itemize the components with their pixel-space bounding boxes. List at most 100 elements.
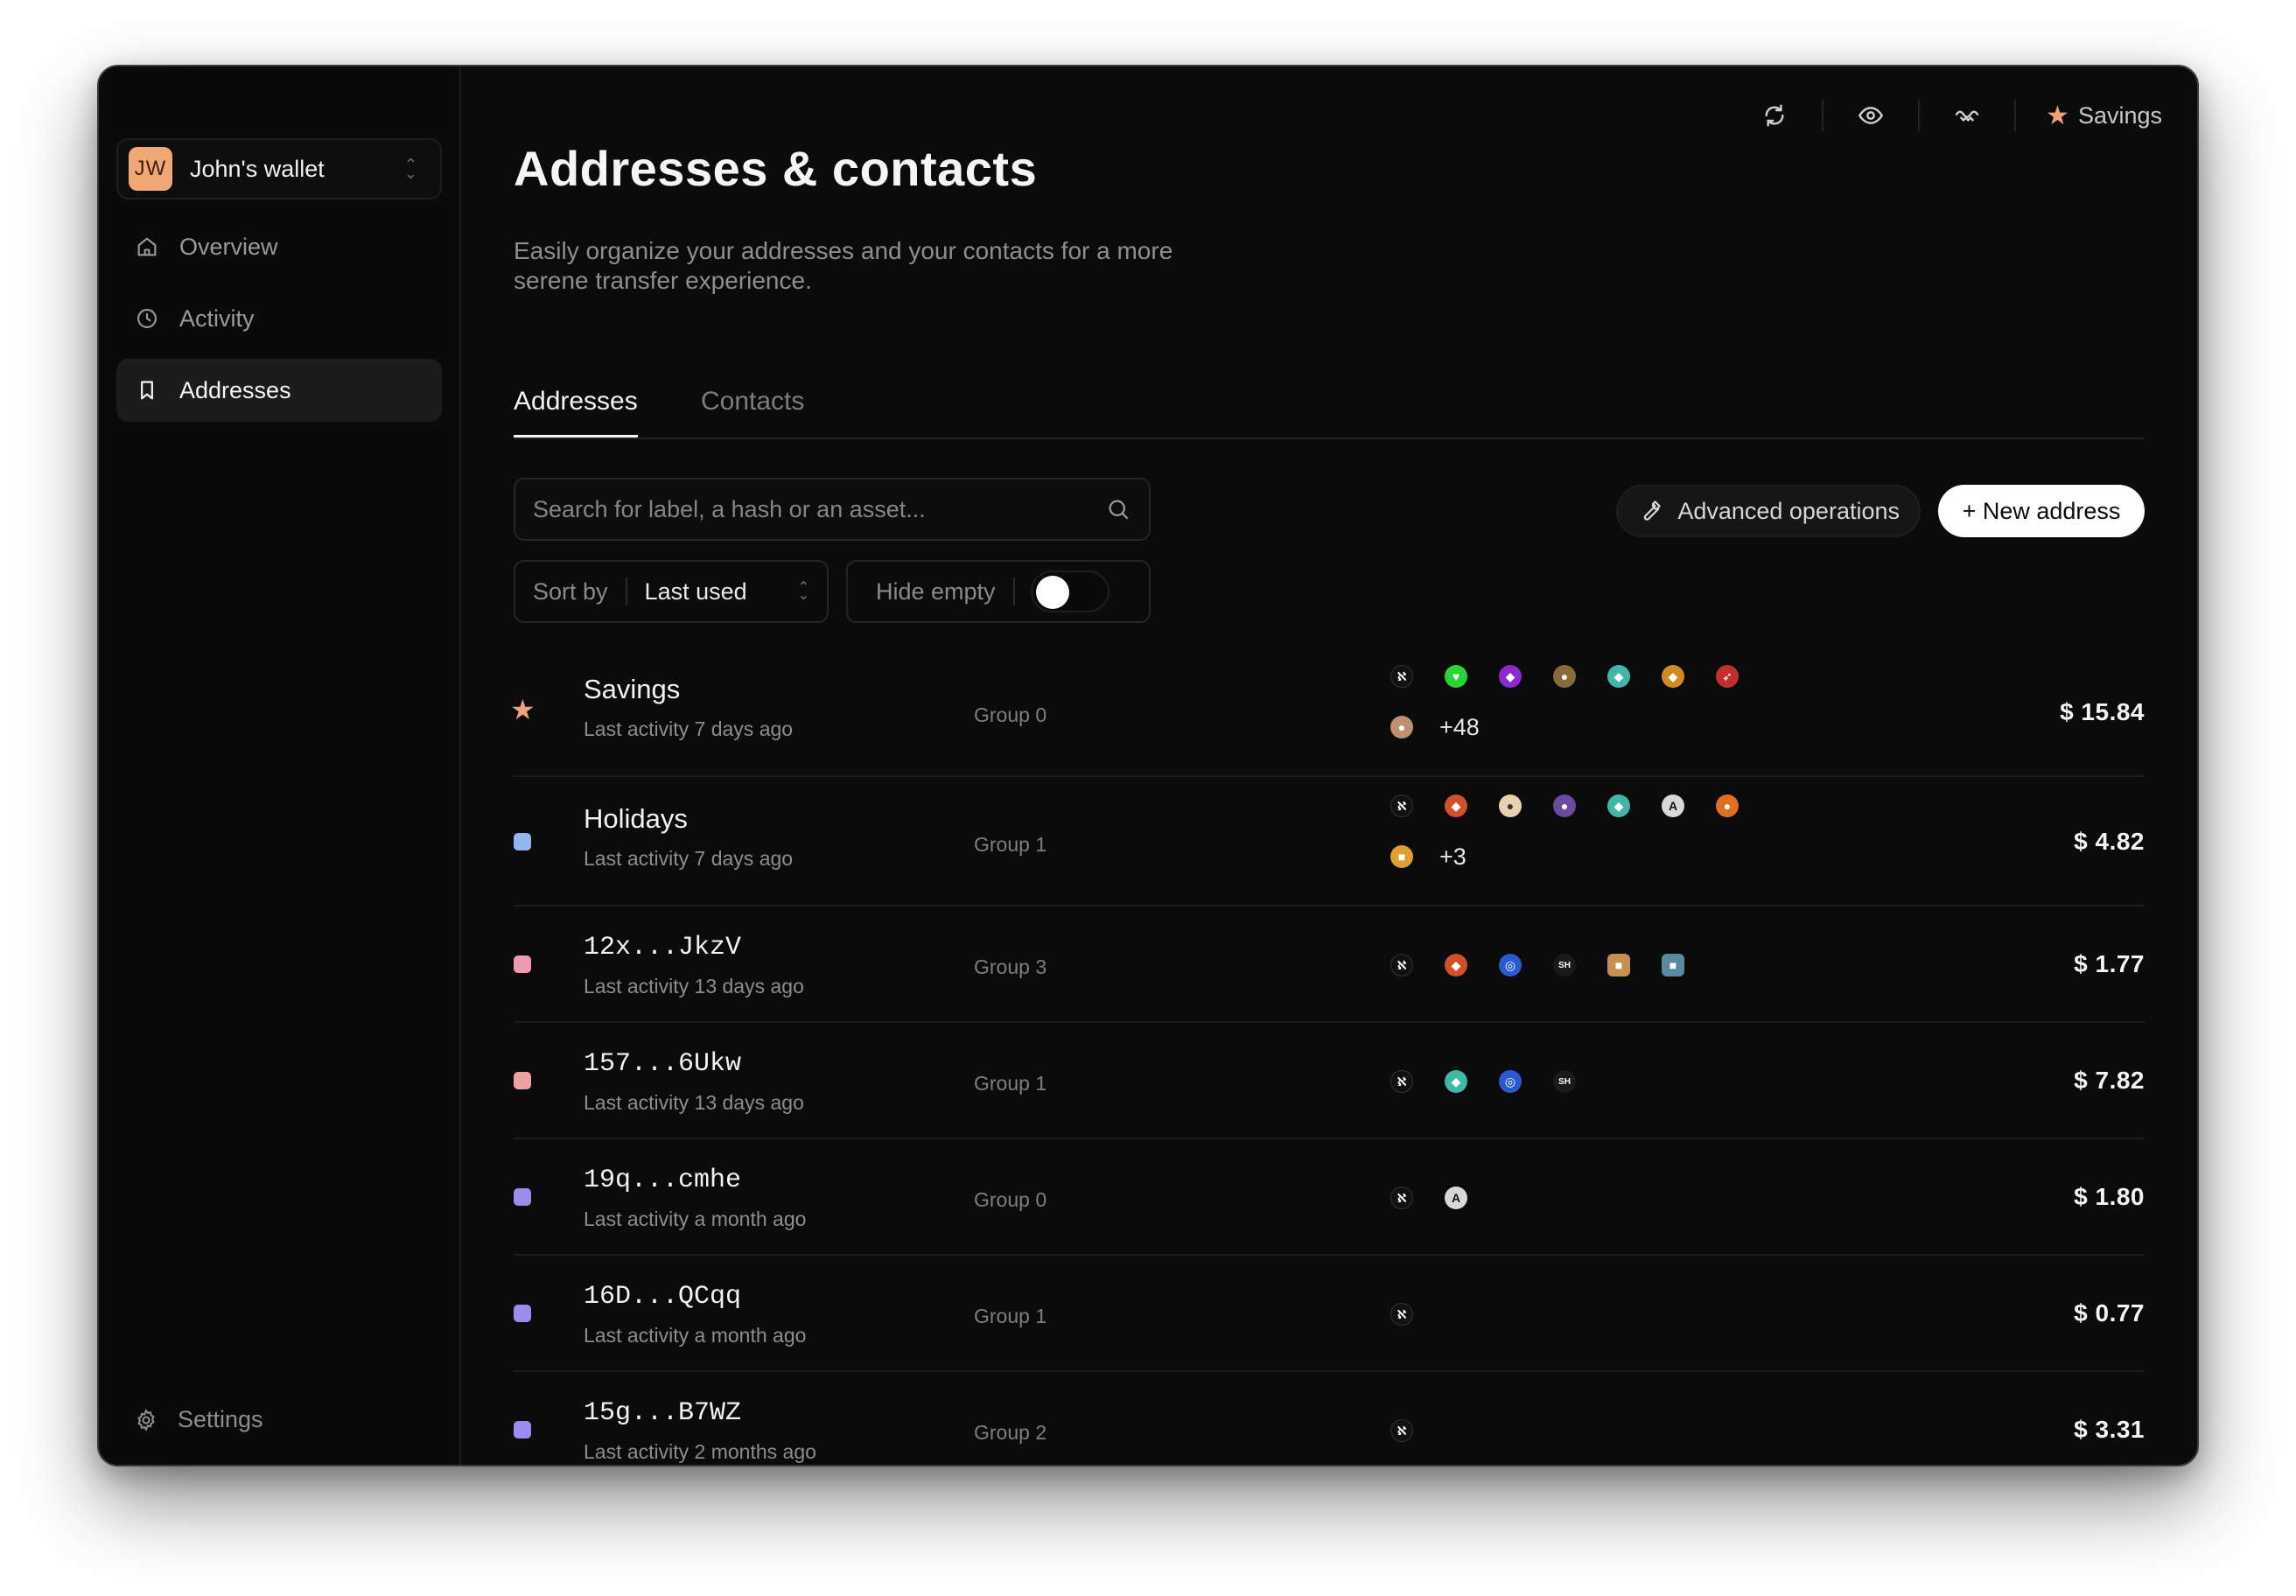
address-balance: $ 1.77 [2074,950,2145,977]
address-row[interactable]: 16D...QCqq Last activity a month ago Gro… [514,1256,2145,1372]
asset-icons: ℵ A [1390,1186,1740,1209]
sidebar-item-overview[interactable]: Overview [116,215,442,278]
address-last-activity: Last activity 7 days ago [584,718,794,740]
flame-token-icon: ◆ [1662,665,1684,688]
home-icon [134,234,160,260]
ayin-token-icon: A [1662,794,1684,817]
wrench-icon [1644,500,1662,521]
address-balance: $ 7.82 [2074,1067,2145,1094]
swirl-token-icon: ◎ [1499,954,1522,976]
sort-divider [625,578,627,606]
clock-icon [134,305,160,332]
address-list: ★ Savings Last activity 7 days ago Group… [510,648,2145,1465]
color-marker [514,1305,531,1322]
color-marker [514,1072,531,1089]
address-group: Group 1 [974,1305,1047,1327]
asset-icons: ℵ [1390,1419,1740,1442]
heart-token-icon: ♥ [1445,665,1467,688]
address-name: Savings [584,674,681,704]
sidebar: JW John's wallet ⌃ ⌄ Overview Activity Ad… [99,66,461,1465]
hide-empty-control: Hide empty [846,560,1151,623]
ayin-token-icon: A [1445,1186,1467,1209]
sort-select[interactable]: Sort by Last used ⌃ ⌄ [514,560,829,623]
alephium-icon: ℵ [1390,665,1413,688]
more-assets-count: +48 [1439,713,1480,740]
address-balance: $ 1.80 [2074,1183,2145,1210]
new-address-button[interactable]: + New address [1938,485,2145,537]
asset-icons: ℵ [1390,1303,1740,1326]
toggle-knob [1035,576,1069,609]
search-input[interactable] [533,495,1105,523]
flame-token-icon: ◆ [1499,665,1522,688]
planet-token-icon: ● [1553,794,1576,817]
chevron-updown-icon: ⌃ ⌄ [797,580,809,603]
address-name: 15g...B7WZ [584,1398,742,1428]
address-group: Group 1 [974,833,1047,856]
address-group: Group 3 [974,956,1047,978]
alephium-icon: ℵ [1390,954,1413,976]
chevron-updown-icon: ⌃ ⌄ [403,156,417,182]
alephium-icon: ℵ [1390,1303,1413,1326]
address-row[interactable]: 12x...JkzV Last activity 13 days ago Gro… [514,906,2145,1023]
sh-token-icon: SH [1553,954,1576,976]
hide-empty-divider [1012,578,1015,606]
address-row-savings[interactable]: ★ Savings Last activity 7 days ago Group… [510,648,2145,777]
gem-token-icon: ◆ [1607,665,1630,688]
alephium-icon: ℵ [1390,1186,1413,1209]
main-content: Addresses & contacts Easily organize you… [510,66,2145,1465]
alephium-icon: ℵ [1390,794,1413,817]
landscape-token-icon: ■ [1607,954,1630,976]
orange-token-icon: ● [1716,794,1739,817]
address-group: Group 2 [974,1421,1047,1444]
alephium-icon: ℵ [1390,1419,1413,1442]
gem-token-icon: ◆ [1445,1070,1467,1093]
color-marker [514,1188,531,1206]
wallet-name: John's wallet [190,155,325,182]
address-balance: $ 0.77 [2074,1299,2145,1326]
sort-value: Last used [644,578,747,605]
sidebar-item-label: Overview [179,233,278,260]
tab-addresses[interactable]: Addresses [514,378,638,438]
address-name: 19q...cmhe [584,1166,742,1195]
gear-icon [137,1408,155,1432]
color-marker [514,833,531,850]
asset-icons: ℵ ◆ ● ● ◆ A ● ■ +3 [1390,794,1740,870]
search-icon [1109,500,1129,520]
address-row[interactable]: 19q...cmhe Last activity a month ago Gro… [514,1139,2145,1256]
gem-token-icon: ◆ [1607,794,1630,817]
address-group: Group 0 [974,1188,1047,1211]
address-name: Holidays [584,803,688,834]
address-row-holidays[interactable]: Holidays Last activity 7 days ago Group … [514,777,2145,906]
tab-contacts[interactable]: Contacts [701,378,804,438]
page-title: Addresses & contacts [514,141,1038,196]
sidebar-item-label: Activity [179,304,255,332]
sidebar-item-settings[interactable]: Settings [134,1406,263,1433]
asset-icons: ℵ ◆ ◎ SH [1390,1070,1740,1093]
address-name: 157...6Ukw [584,1049,742,1079]
asset-icons: ℵ ◆ ◎ SH ■ ■ [1390,954,1740,976]
sidebar-item-addresses[interactable]: Addresses [116,359,442,422]
address-group: Group 1 [974,1072,1047,1095]
advanced-operations-button[interactable]: Advanced operations [1616,485,1921,537]
bookmark-icon [134,377,160,403]
flame-token-icon: ◆ [1445,954,1467,976]
avatar-token-icon: ● [1390,716,1413,738]
search-field[interactable] [514,478,1151,541]
address-balance: $ 4.82 [2074,828,2145,855]
color-marker [514,1421,531,1438]
sidebar-item-activity[interactable]: Activity [116,287,442,350]
asset-icons: ℵ ♥ ◆ ● ◆ ◆ ➶ ● +48 [1390,665,1740,740]
sh-token-icon: SH [1553,1070,1576,1093]
hide-empty-toggle[interactable] [1030,570,1110,612]
address-row[interactable]: 157...6Ukw Last activity 13 days ago Gro… [514,1023,2145,1139]
wallet-avatar: JW [129,147,172,191]
address-group: Group 0 [974,704,1047,726]
alephium-icon: ℵ [1390,1070,1413,1093]
address-balance: $ 15.84 [2060,698,2145,725]
address-last-activity: Last activity a month ago [584,1324,807,1347]
address-last-activity: Last activity 7 days ago [584,847,794,870]
address-name: 16D...QCqq [584,1282,742,1312]
address-row[interactable]: 15g...B7WZ Last activity 2 months ago Gr… [514,1372,2145,1465]
wallet-selector[interactable]: JW John's wallet ⌃ ⌄ [116,138,442,200]
flame-token-icon: ◆ [1445,794,1467,817]
